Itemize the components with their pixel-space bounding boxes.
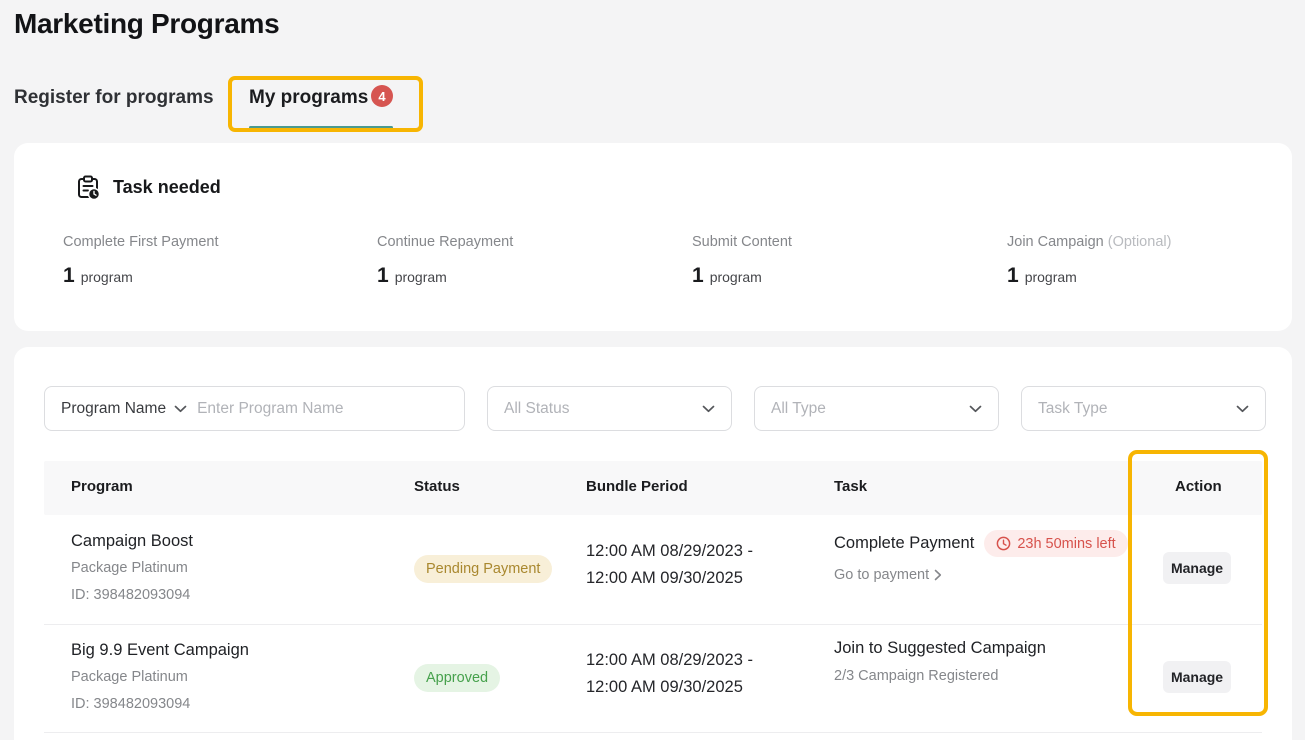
stat-continue-repayment: Continue Repayment 1 program bbox=[377, 233, 677, 288]
clock-icon bbox=[996, 536, 1011, 551]
task-cell: Join to Suggested Campaign 2/3 Campaign … bbox=[834, 639, 1046, 684]
status-filter-value: All Status bbox=[504, 400, 569, 418]
task-needed-card: Task needed Complete First Payment 1 pro… bbox=[14, 143, 1292, 331]
column-header-action: Action bbox=[1175, 478, 1222, 495]
stat-join-campaign: Join Campaign (Optional) 1 program bbox=[1007, 233, 1305, 288]
program-cell: Campaign Boost Package Platinum ID: 3984… bbox=[71, 530, 193, 604]
campaign-registered-progress: 2/3 Campaign Registered bbox=[834, 668, 998, 684]
task-title: Complete Payment bbox=[834, 534, 974, 553]
status-filter-dropdown[interactable]: All Status bbox=[487, 386, 732, 431]
program-id: ID: 398482093094 bbox=[71, 586, 193, 604]
stat-complete-first-payment: Complete First Payment 1 program bbox=[63, 233, 363, 288]
bundle-period-cell: 12:00 AM 08/29/2023 - 12:00 AM 09/30/202… bbox=[586, 538, 753, 592]
bundle-period-cell: 12:00 AM 08/29/2023 - 12:00 AM 09/30/202… bbox=[586, 647, 753, 701]
time-left-pill: 23h 50mins left bbox=[984, 530, 1127, 557]
program-package: Package Platinum bbox=[71, 668, 249, 686]
program-cell: Big 9.9 Event Campaign Package Platinum … bbox=[71, 639, 249, 713]
stat-value: 1 bbox=[1007, 264, 1019, 288]
stat-value: 1 bbox=[692, 264, 704, 288]
task-title: Join to Suggested Campaign bbox=[834, 639, 1046, 658]
program-name: Big 9.9 Event Campaign bbox=[71, 639, 249, 661]
program-name-filter[interactable]: Program Name bbox=[44, 386, 465, 431]
go-to-payment-link[interactable]: Go to payment bbox=[834, 567, 942, 583]
status-badge-approved: Approved bbox=[414, 664, 500, 692]
task-clipboard-clock-icon bbox=[77, 175, 100, 200]
table-header-row: Program Status Bundle Period Task Action bbox=[44, 461, 1262, 515]
table-row-campaign-boost: Campaign Boost Package Platinum ID: 3984… bbox=[44, 515, 1262, 623]
task-cell: Complete Payment 23h 50mins left Go to p… bbox=[834, 530, 1128, 583]
table-row-big-99-event-campaign: Big 9.9 Event Campaign Package Platinum … bbox=[44, 624, 1262, 732]
type-filter-value: All Type bbox=[771, 400, 826, 418]
column-header-task: Task bbox=[834, 478, 867, 495]
bundle-period-start: 12:00 AM 08/29/2023 - bbox=[586, 647, 753, 674]
task-needed-title: Task needed bbox=[113, 177, 221, 198]
marketing-programs-page: Marketing Programs Register for programs… bbox=[0, 0, 1305, 740]
chevron-down-icon bbox=[174, 400, 187, 418]
type-filter-dropdown[interactable]: All Type bbox=[754, 386, 999, 431]
stat-submit-content: Submit Content 1 program bbox=[692, 233, 992, 288]
row-divider bbox=[44, 732, 1262, 733]
my-programs-count-badge: 4 bbox=[371, 85, 393, 107]
column-header-status: Status bbox=[414, 478, 460, 495]
task-type-filter-value: Task Type bbox=[1038, 400, 1108, 418]
tab-my-programs[interactable]: My programs bbox=[249, 86, 368, 109]
status-badge-pending-payment: Pending Payment bbox=[414, 555, 552, 583]
go-to-payment-label[interactable]: Go to payment bbox=[834, 567, 929, 583]
stat-label: Continue Repayment bbox=[377, 234, 513, 250]
manage-button[interactable]: Manage bbox=[1163, 661, 1231, 693]
page-title: Marketing Programs bbox=[14, 8, 279, 40]
active-tab-underline bbox=[249, 126, 393, 129]
stat-label: Join Campaign bbox=[1007, 234, 1104, 250]
bundle-period-start: 12:00 AM 08/29/2023 - bbox=[586, 538, 753, 565]
stat-unit: program bbox=[1025, 269, 1077, 285]
stat-value: 1 bbox=[377, 264, 389, 288]
column-header-program: Program bbox=[71, 478, 133, 495]
stat-unit: program bbox=[395, 269, 447, 285]
stat-unit: program bbox=[81, 269, 133, 285]
stat-value: 1 bbox=[63, 264, 75, 288]
column-header-bundle-period: Bundle Period bbox=[586, 478, 688, 495]
stat-label-optional-suffix: (Optional) bbox=[1108, 234, 1172, 250]
chevron-down-icon bbox=[969, 400, 982, 418]
chevron-down-icon bbox=[702, 400, 715, 418]
manage-button[interactable]: Manage bbox=[1163, 552, 1231, 584]
program-name: Campaign Boost bbox=[71, 530, 193, 552]
bundle-period-end: 12:00 AM 09/30/2025 bbox=[586, 674, 753, 701]
stat-unit: program bbox=[710, 269, 762, 285]
chevron-down-icon bbox=[1236, 400, 1249, 418]
stat-label: Submit Content bbox=[692, 234, 792, 250]
program-id: ID: 398482093094 bbox=[71, 695, 249, 713]
stat-label: Complete First Payment bbox=[63, 234, 219, 250]
program-name-filter-label[interactable]: Program Name bbox=[61, 400, 166, 418]
chevron-right-icon bbox=[934, 569, 942, 581]
time-left-text: 23h 50mins left bbox=[1017, 536, 1115, 552]
bundle-period-end: 12:00 AM 09/30/2025 bbox=[586, 565, 753, 592]
tab-register-for-programs[interactable]: Register for programs bbox=[14, 86, 214, 109]
program-package: Package Platinum bbox=[71, 559, 193, 577]
program-name-search-input[interactable] bbox=[197, 400, 448, 418]
my-programs-list-card: Program Name All Status All Type Task Ty… bbox=[14, 347, 1292, 740]
task-type-filter-dropdown[interactable]: Task Type bbox=[1021, 386, 1266, 431]
